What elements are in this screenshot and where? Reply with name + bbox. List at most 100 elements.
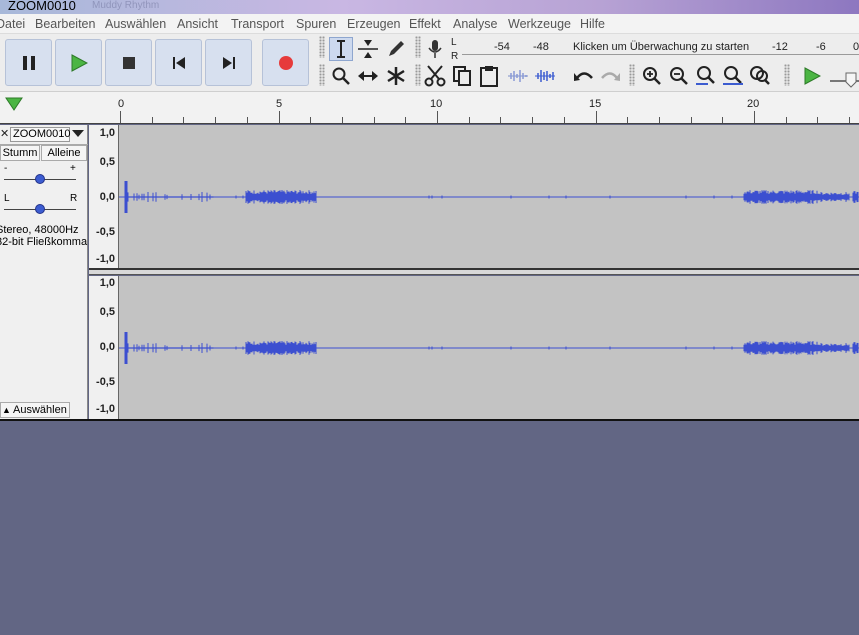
meter-left-label: L: [451, 37, 457, 48]
pan-slider-thumb[interactable]: [34, 203, 46, 215]
scale-label: -0,5: [96, 226, 115, 238]
track-menu-dropdown-icon[interactable]: [72, 130, 84, 137]
menu-bar: Datei Bearbeiten Auswählen Ansicht Trans…: [0, 14, 859, 34]
meter-level-48: -48: [533, 41, 549, 53]
mute-button[interactable]: Stumm: [0, 145, 40, 161]
envelope-tool-button[interactable]: [356, 37, 380, 61]
select-track-button[interactable]: ▲ Auswählen: [0, 402, 70, 418]
window-title: ZOOM0010: [8, 0, 76, 13]
scale-label: 0,5: [99, 156, 115, 168]
amplitude-scale-left-channel[interactable]: 1,0 0,5 0,0 -0,5 -1,0: [89, 125, 119, 268]
redo-icon: [601, 72, 620, 81]
clipboard-icon: [480, 66, 498, 87]
meter-level-0: 0: [853, 41, 859, 53]
toolbar-grip[interactable]: [319, 36, 325, 58]
pause-button[interactable]: [5, 39, 52, 86]
play-at-speed-button[interactable]: [800, 64, 824, 88]
time-shift-tool-button[interactable]: [356, 64, 380, 88]
menu-transport[interactable]: Transport: [231, 17, 284, 31]
toolbar-grip[interactable]: [415, 36, 421, 58]
double-arrow-icon: [358, 71, 378, 81]
waveform-right-channel[interactable]: [119, 276, 859, 419]
track-name-button[interactable]: ZOOM0010: [10, 127, 70, 142]
zoom-toggle-button[interactable]: [748, 64, 772, 88]
ruler-tick: [405, 117, 406, 123]
skip-to-start-button[interactable]: [155, 39, 202, 86]
record-button[interactable]: [262, 39, 309, 86]
ruler-tick: [754, 111, 755, 123]
record-meter[interactable]: -54 -48 Klicken um Überwachung zu starte…: [459, 34, 859, 62]
ruler-tick: [215, 117, 216, 123]
pan-left-label: L: [4, 193, 10, 204]
toolbar-grip[interactable]: [629, 64, 635, 86]
paste-button[interactable]: [477, 64, 501, 88]
menu-edit[interactable]: Bearbeiten: [35, 17, 95, 31]
zoom-out-button[interactable]: [667, 64, 691, 88]
undo-button[interactable]: [572, 64, 596, 88]
undo-icon: [574, 72, 593, 81]
copy-button[interactable]: [450, 64, 474, 88]
ruler-tick: [532, 117, 533, 123]
solo-button[interactable]: Alleine: [41, 145, 87, 161]
envelope-icon: [358, 40, 378, 58]
skip-to-start-icon: [172, 56, 185, 69]
play-button[interactable]: [55, 39, 102, 86]
cut-button[interactable]: [423, 64, 447, 88]
stop-button[interactable]: [105, 39, 152, 86]
menu-tracks[interactable]: Spuren: [296, 17, 336, 31]
selection-tool-button[interactable]: [329, 37, 353, 61]
menu-select[interactable]: Auswählen: [105, 17, 166, 31]
toolbar-grip[interactable]: [784, 64, 790, 86]
menu-tools[interactable]: Werkzeuge: [508, 17, 571, 31]
ruler-tick: [437, 111, 438, 123]
ruler-label-20: 20: [747, 98, 760, 110]
track-header: ✕ ZOOM0010: [0, 125, 88, 145]
toolbar-area: L R -54 -48 Klicken um Überwachung zu st…: [0, 34, 859, 92]
channel-separator: [89, 268, 859, 275]
draw-tool-button[interactable]: [384, 37, 408, 61]
toolbar-grip[interactable]: [415, 64, 421, 86]
ruler-tick: [627, 117, 628, 123]
scale-label: 0,0: [99, 191, 115, 203]
amplitude-scale-right-channel[interactable]: 1,0 0,5 0,0 -0,5 -1,0: [89, 276, 119, 419]
i-beam-icon: [337, 40, 345, 58]
zoom-tool-button[interactable]: [329, 64, 353, 88]
skip-to-end-icon: [222, 56, 235, 69]
scale-label: 0,5: [99, 306, 115, 318]
collapse-triangle-icon: ▲: [2, 405, 11, 415]
timeline-ruler[interactable]: 0 5 10 15 20: [0, 92, 859, 124]
ruler-tick: [500, 117, 501, 123]
ruler-label-15: 15: [589, 98, 602, 110]
ruler-tick: [183, 117, 184, 123]
fit-project-button[interactable]: [721, 64, 745, 88]
waveform-right-svg: [119, 332, 859, 364]
redo-button[interactable]: [598, 64, 622, 88]
pan-right-label: R: [70, 193, 78, 204]
ruler-tick: [120, 111, 121, 123]
zoom-toggle-icon: [750, 66, 770, 85]
zoom-in-button[interactable]: [640, 64, 664, 88]
skip-to-end-button[interactable]: [205, 39, 252, 86]
multi-tool-button[interactable]: [384, 64, 408, 88]
gain-slider-thumb[interactable]: [34, 173, 46, 185]
meter-right-label: R: [451, 51, 459, 62]
close-track-button[interactable]: ✕: [0, 127, 9, 141]
toolbar-grip[interactable]: [319, 64, 325, 86]
trim-button[interactable]: [506, 64, 530, 88]
record-meter-button[interactable]: [423, 37, 447, 61]
menu-analyze[interactable]: Analyse: [453, 17, 497, 31]
scale-label: -0,5: [96, 376, 115, 388]
menu-view[interactable]: Ansicht: [177, 17, 218, 31]
play-region-icon: [5, 97, 23, 111]
menu-generate[interactable]: Erzeugen: [347, 17, 401, 31]
menu-effect[interactable]: Effekt: [409, 17, 441, 31]
ruler-label-0: 0: [118, 98, 125, 110]
speed-slider-thumb[interactable]: [845, 72, 857, 88]
waveform-left-channel[interactable]: [119, 125, 859, 268]
menu-file[interactable]: Datei: [0, 17, 25, 31]
ruler-tick: [469, 117, 470, 123]
fit-selection-button[interactable]: [694, 64, 718, 88]
silence-button[interactable]: [533, 64, 557, 88]
meter-level-6: -6: [816, 41, 826, 53]
menu-help[interactable]: Hilfe: [580, 17, 605, 31]
